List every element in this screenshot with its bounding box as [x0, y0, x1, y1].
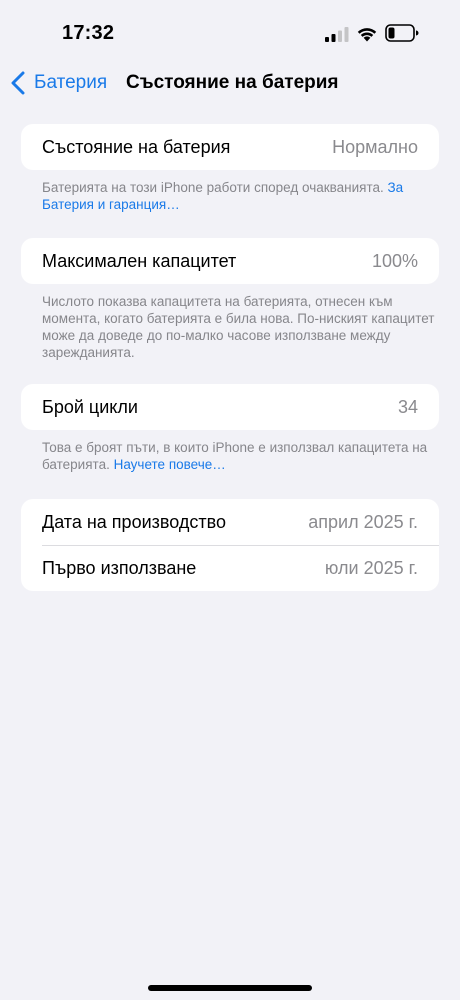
max-capacity-label: Максимален капацитет — [42, 250, 237, 271]
battery-health-label: Състояние на батерия — [42, 136, 231, 157]
battery-health-group: Състояние на батерия Нормално — [21, 124, 439, 170]
dates-group: Дата на производство април 2025 г. Първо… — [21, 499, 439, 591]
back-button[interactable]: Батерия — [10, 68, 107, 98]
cellular-signal-icon — [325, 27, 349, 42]
max-capacity-footer: Числото показва капацитета на батерията,… — [42, 293, 437, 361]
cycle-count-footer-text: Това е броят пъти, в които iPhone е изпо… — [42, 440, 428, 472]
cycle-count-group: Брой цикли 34 — [21, 384, 439, 430]
status-time: 17:32 — [62, 22, 115, 44]
cycle-count-footer: Това е броят пъти, в които iPhone е изпо… — [42, 439, 437, 473]
battery-health-value: Нормално — [332, 136, 418, 157]
cycle-count-row: Брой цикли 34 — [21, 384, 439, 430]
wifi-icon — [357, 28, 377, 42]
manufacture-date-value: април 2025 г. — [308, 511, 418, 532]
battery-health-screen: 17:32 Батерия Състояние на батерия Състо… — [0, 0, 460, 1000]
battery-health-row: Състояние на батерия Нормално — [21, 124, 439, 170]
max-capacity-row: Максимален капацитет 100% — [21, 238, 439, 284]
max-capacity-group: Максимален капацитет 100% — [21, 238, 439, 284]
manufacture-date-row: Дата на производство април 2025 г. — [21, 499, 439, 545]
learn-more-link[interactable]: Научете повече… — [114, 457, 226, 472]
home-indicator[interactable] — [148, 985, 312, 991]
chevron-left-icon — [11, 71, 25, 95]
status-bar: 17:32 — [0, 0, 460, 60]
back-button-label: Батерия — [34, 72, 108, 93]
first-use-value: юли 2025 г. — [324, 557, 418, 578]
page-title: Състояние на батерия — [126, 72, 339, 93]
max-capacity-footer-text: Числото показва капацитета на батерията,… — [42, 294, 435, 360]
navigation-bar: Батерия Състояние на батерия — [0, 60, 460, 106]
max-capacity-value: 100% — [371, 250, 418, 271]
cycle-count-value: 34 — [397, 396, 418, 417]
cycle-count-label: Брой цикли — [42, 396, 138, 417]
battery-health-footer: Батерията на този iPhone работи според о… — [42, 179, 437, 213]
battery-icon — [385, 24, 419, 42]
battery-health-footer-text: Батерията на този iPhone работи според о… — [42, 180, 388, 195]
manufacture-date-label: Дата на производство — [42, 511, 226, 532]
first-use-row: Първо използване юли 2025 г. — [21, 545, 439, 591]
first-use-label: Първо използване — [42, 557, 197, 578]
